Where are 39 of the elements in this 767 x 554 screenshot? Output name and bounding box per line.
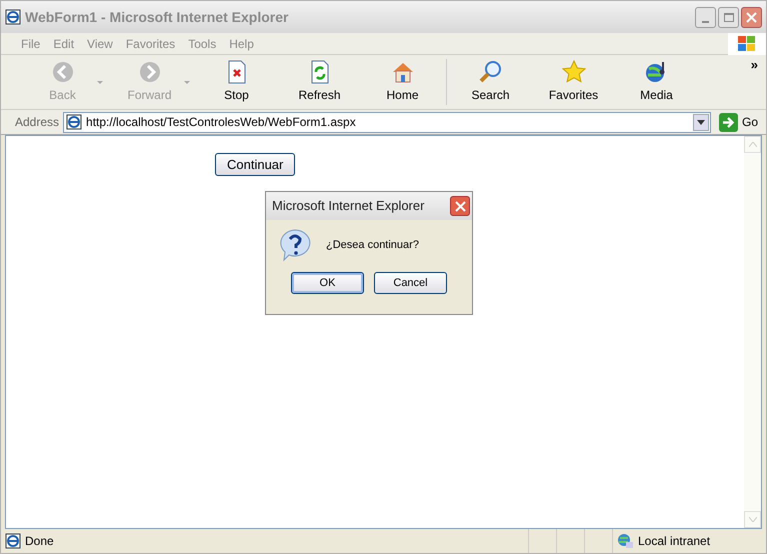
zone-text: Local intranet xyxy=(638,533,710,550)
scroll-up-button[interactable] xyxy=(744,136,761,153)
search-icon xyxy=(478,60,502,84)
close-icon xyxy=(454,200,466,212)
network-icon xyxy=(617,533,634,549)
address-field[interactable]: http://localhost/TestControlesWeb/WebForm1.aspx xyxy=(63,112,711,132)
url-text: http://localhost/TestControlesWeb/WebForm1.aspx xyxy=(86,114,357,131)
scrollbar[interactable] xyxy=(744,136,761,528)
dropdown-button[interactable] xyxy=(692,114,709,130)
dialog-button[interactable]: OK xyxy=(291,272,364,294)
go-button[interactable]: Go xyxy=(714,112,762,132)
page-icon xyxy=(5,533,21,549)
maximize-button[interactable] xyxy=(718,6,739,28)
window-title: WebForm1 - Microsoft Internet Explorer xyxy=(25,8,288,27)
star-icon xyxy=(562,60,586,84)
stop-button[interactable]: Stop xyxy=(195,57,278,107)
close-button[interactable] xyxy=(741,6,762,28)
status-text: Done xyxy=(25,533,55,550)
minimize-button[interactable] xyxy=(695,6,716,28)
page-icon xyxy=(66,114,82,130)
browser-icon xyxy=(5,9,21,25)
dialog-title: Microsoft Internet Explorer xyxy=(272,197,424,216)
close-icon xyxy=(746,12,757,22)
question-icon xyxy=(278,228,312,262)
caret-icon xyxy=(696,120,705,124)
address-label: Address xyxy=(15,114,60,131)
search-button[interactable]: Search xyxy=(449,57,532,107)
overflow-chevron[interactable]: » xyxy=(750,55,758,74)
dialog-button[interactable]: Cancel xyxy=(374,272,447,294)
scroll-down-button[interactable] xyxy=(744,511,761,528)
house-icon xyxy=(390,60,414,84)
close-button[interactable] xyxy=(450,196,470,216)
continuar-button[interactable]: Continuar xyxy=(215,153,296,176)
dialog-message: ¿Desea continuar? xyxy=(326,238,419,253)
refresh-button[interactable]: Refresh xyxy=(278,57,361,107)
flag-logo-icon xyxy=(737,34,757,52)
media-button[interactable]: Media xyxy=(615,57,698,107)
favorites-button[interactable]: Favorites xyxy=(532,57,615,107)
home-button[interactable]: Home xyxy=(361,57,444,107)
